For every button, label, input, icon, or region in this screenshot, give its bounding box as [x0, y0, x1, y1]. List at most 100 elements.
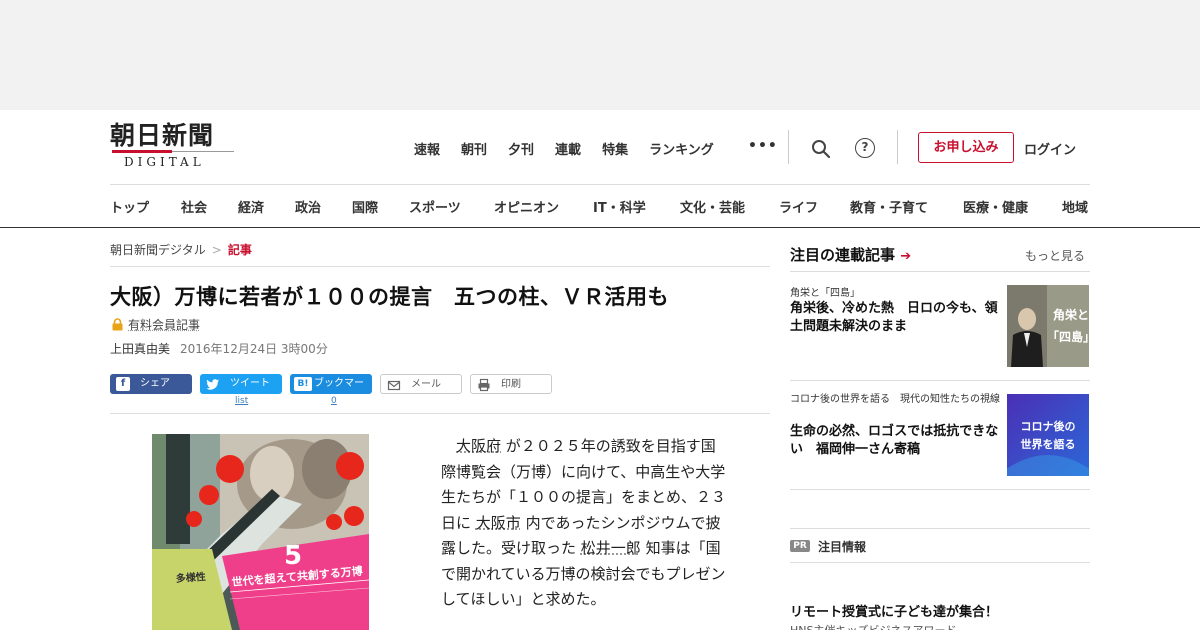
category-economy[interactable]: 経済	[238, 197, 264, 216]
facebook-share-label: シェア	[140, 378, 170, 389]
hatena-bookmark-button[interactable]: B! ブックマーク	[290, 374, 372, 409]
divider	[110, 413, 770, 414]
series-kicker[interactable]: コロナ後の世界を語る 現代の知性たちの視線	[790, 393, 1002, 406]
corona-thumbnail-image: コロナ後の 世界を語る	[1007, 394, 1089, 476]
twitter-share-count[interactable]: list	[235, 396, 248, 406]
breadcrumb: 朝日新聞デジタル > 記事	[110, 241, 252, 258]
mail-icon	[387, 380, 401, 391]
facebook-icon: f	[116, 377, 130, 391]
divider	[790, 380, 1090, 381]
body-text: 生たちが「１００の提言」をまとめ、２３	[441, 488, 727, 506]
mail-share-button[interactable]: メール	[380, 374, 462, 394]
body-text: 内であったシンポジウムで披	[525, 513, 721, 532]
publish-date: 2016年12月24日 3時00分	[180, 342, 328, 356]
body-text: 露した。受け取った	[441, 539, 577, 557]
facebook-share-button[interactable]: f シェア	[110, 374, 192, 394]
login-link[interactable]: ログイン	[1024, 139, 1076, 158]
body-text: が２０２５年の誘致を目指す国	[505, 437, 716, 455]
thumb-text: コロナ後の	[1021, 419, 1076, 433]
advertisement-banner	[0, 0, 1200, 110]
category-it-science[interactable]: IT・科学	[593, 197, 646, 216]
series-thumbnail[interactable]: コロナ後の 世界を語る	[1007, 394, 1089, 476]
print-label: 印刷	[501, 379, 521, 390]
category-navigation: トップ 社会 経済 政治 国際 スポーツ オピニオン IT・科学 文化・芸能 ラ…	[110, 184, 1090, 227]
divider	[790, 489, 1090, 490]
breadcrumb-home[interactable]: 朝日新聞デジタル	[110, 243, 206, 257]
divider	[790, 271, 1090, 272]
topnav-evening[interactable]: 夕刊	[508, 139, 534, 158]
pr-badge: PR	[790, 540, 810, 552]
link-matsui-ichiro[interactable]: 松井一郎	[581, 539, 641, 557]
series-article-title[interactable]: 生命の必然、ロゴスでは抵抗できない 福岡伸一さん寄稿	[790, 423, 1000, 459]
topnav-ranking[interactable]: ランキング	[649, 139, 714, 158]
category-culture[interactable]: 文化・芸能	[680, 197, 745, 216]
divider	[110, 266, 770, 267]
topnav-breaking[interactable]: 速報	[414, 139, 440, 158]
lock-icon	[112, 318, 123, 331]
featured-series-heading[interactable]: 注目の連載記事 ➔	[790, 244, 911, 265]
category-medical[interactable]: 医療・健康	[963, 197, 1028, 216]
body-text: してほしい」と求めた。	[441, 590, 606, 608]
more-link[interactable]: もっと見る	[1025, 247, 1085, 264]
thumb-text: 角栄と	[1053, 307, 1089, 322]
divider	[0, 227, 1200, 228]
topnav-morning[interactable]: 朝刊	[461, 139, 487, 158]
masthead: 朝日新聞 DIGITAL 速報 朝刊 夕刊 連載 特集 ランキング ••• ? …	[0, 110, 1200, 185]
thumb-text: 「四島」	[1047, 329, 1089, 344]
print-button[interactable]: 印刷	[470, 374, 552, 394]
series-thumbnail[interactable]: 角栄と 「四島」	[1007, 285, 1089, 367]
category-education[interactable]: 教育・子育て	[850, 197, 928, 216]
category-international[interactable]: 国際	[352, 197, 378, 216]
thumb-text: 世界を語る	[1021, 437, 1076, 451]
author: 上田真由美	[110, 342, 171, 356]
top-navigation: 速報 朝刊 夕刊 連載 特集 ランキング	[414, 139, 735, 158]
body-text: で開かれている万博の検討会でもプレゼン	[441, 564, 726, 583]
twitter-bird-icon	[206, 379, 219, 390]
series-article-title[interactable]: 角栄後、冷めた熱 日ロの今も、領土問題未解決のまま	[790, 300, 1000, 336]
logo-kanji: 朝日新聞	[110, 121, 215, 150]
breadcrumb-current: 記事	[227, 243, 252, 257]
article-headline: 大阪）万博に若者が１００の提言 五つの柱、ＶＲ活用も	[110, 285, 669, 309]
series-kicker[interactable]: 角栄と「四島」	[790, 284, 860, 299]
byline: 上田真由美 2016年12月24日 3時00分	[110, 340, 328, 357]
divider	[788, 130, 789, 164]
category-region[interactable]: 地域	[1062, 197, 1088, 216]
subscribe-button[interactable]: お申し込み	[918, 132, 1014, 163]
body-text: 知事は「国	[645, 539, 721, 557]
category-life[interactable]: ライフ	[779, 197, 818, 216]
body-text: 際博覧会（万博）に向けて、中高生や大学	[441, 462, 726, 481]
category-politics[interactable]: 政治	[295, 197, 321, 216]
printer-icon	[478, 378, 490, 392]
search-icon[interactable]	[811, 139, 831, 159]
topnav-features[interactable]: 特集	[602, 139, 628, 158]
poster-number: 5	[284, 541, 302, 571]
article-photo[interactable]: 5 世代を超えて共創する万博 多様性	[152, 434, 369, 630]
hatena-share-label: ブックマーク	[314, 378, 364, 409]
link-osaka-prefecture[interactable]: 大阪府	[456, 437, 501, 455]
featured-series-title: 注目の連載記事	[790, 246, 896, 264]
body-text: 日に	[441, 513, 472, 532]
pr-article-title[interactable]: リモート授賞式に子ども達が集合！	[790, 601, 998, 620]
mail-share-label: メール	[411, 379, 441, 390]
divider	[790, 528, 1090, 529]
divider	[790, 562, 1090, 563]
help-icon[interactable]: ?	[855, 138, 875, 158]
twitter-share-button[interactable]: ツイート	[200, 374, 282, 394]
category-top[interactable]: トップ	[110, 197, 149, 216]
pr-article-subtitle[interactable]: HNS主催キッズビジネスアワード	[790, 622, 956, 630]
link-osaka-city[interactable]: 大阪市	[476, 514, 521, 532]
logo-latin: DIGITAL	[124, 155, 205, 169]
kakuei-thumbnail-image: 角栄と 「四島」	[1007, 285, 1089, 367]
article-body: 大阪府 が２０２５年の誘致を目指す国 際博覧会（万博）に向けて、中高生や大学 生…	[441, 434, 751, 613]
category-sports[interactable]: スポーツ	[409, 197, 461, 216]
topnav-series[interactable]: 連載	[555, 139, 581, 158]
paid-member-label[interactable]: 有料会員記事	[128, 316, 200, 333]
hatena-share-count[interactable]: 0	[331, 396, 337, 406]
category-society[interactable]: 社会	[181, 197, 207, 216]
site-logo[interactable]: 朝日新聞 DIGITAL	[110, 122, 240, 172]
pr-heading: 注目情報	[818, 540, 867, 554]
category-opinion[interactable]: オピニオン	[494, 197, 559, 216]
divider	[897, 130, 898, 164]
more-menu-icon[interactable]: •••	[748, 138, 778, 154]
twitter-share-label: ツイート	[230, 378, 270, 389]
